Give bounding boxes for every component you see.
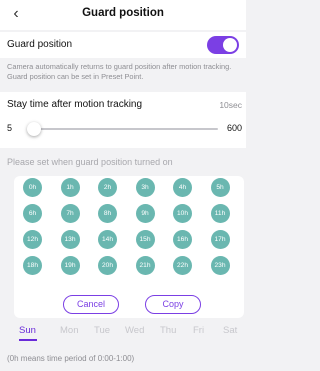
hour-schedule-card: 0h 1h 2h 3h 4h 5h 6h 7h 8h 9h 10h 11h 12h 13h 14h 15h 16… — [14, 176, 244, 318]
hour-button[interactable]: 3h — [135, 178, 155, 197]
hour-button[interactable]: 4h — [173, 178, 192, 197]
stay-time-section: Stay time after motion tracking 10sec 5 … — [0, 92, 246, 148]
day-tab-sun[interactable]: Sun — [19, 325, 36, 336]
hour-button[interactable]: 5h — [210, 178, 230, 197]
hour-button[interactable]: 9h — [135, 204, 155, 223]
hour-button[interactable]: 8h — [98, 204, 117, 223]
toggle-knob — [223, 38, 237, 52]
hour-grid: 0h 1h 2h 3h 4h 5h 6h 7h 8h 9h 10h 11h 12h 13h 14h 15h 16… — [19, 178, 247, 275]
hour-button[interactable]: 1h — [60, 178, 80, 197]
hour-button[interactable]: 18h — [23, 256, 42, 275]
hour-button[interactable]: 23h — [210, 256, 230, 275]
hour-button[interactable]: 16h — [173, 230, 192, 249]
hour-button[interactable]: 11h — [210, 204, 230, 223]
hour-button[interactable]: 14h — [98, 230, 117, 249]
day-tab-tue[interactable]: Tue — [94, 325, 110, 336]
hour-button[interactable]: 6h — [23, 204, 42, 223]
guard-position-label: Guard position — [7, 39, 73, 50]
day-tab-mon[interactable]: Mon — [60, 325, 78, 336]
hour-button[interactable]: 19h — [60, 256, 80, 275]
page-title: Guard position — [82, 7, 164, 19]
guard-position-toggle[interactable] — [207, 36, 239, 54]
stay-time-slider-track[interactable] — [32, 128, 218, 130]
day-tabs: Sun Mon Tue Wed Thu Fri Sat — [0, 322, 246, 344]
hour-button[interactable]: 15h — [135, 230, 155, 249]
hour-button[interactable]: 13h — [60, 230, 80, 249]
day-tab-sat[interactable]: Sat — [223, 325, 237, 336]
stay-time-value: 10sec — [219, 100, 242, 110]
hour-button[interactable]: 2h — [98, 178, 117, 197]
header-bar: ‹ Guard position — [0, 0, 246, 30]
day-tab-fri[interactable]: Fri — [193, 325, 204, 336]
day-tab-wed[interactable]: Wed — [125, 325, 144, 336]
selected-day-indicator — [19, 339, 37, 341]
hour-note: (0h means time period of 0:00-1:00) — [7, 354, 135, 363]
hour-button[interactable]: 21h — [135, 256, 155, 275]
cancel-button[interactable]: Cancel — [63, 295, 119, 314]
hour-button[interactable]: 17h — [210, 230, 230, 249]
schedule-label: Please set when guard position turned on — [7, 157, 173, 167]
stay-time-slider-thumb[interactable] — [27, 122, 41, 136]
slider-min-label: 5 — [7, 123, 13, 133]
guard-position-row: Guard position — [0, 32, 246, 58]
hour-button[interactable]: 10h — [173, 204, 192, 223]
guard-position-description: Camera automatically returns to guard po… — [7, 62, 232, 81]
hour-button[interactable]: 0h — [23, 178, 42, 197]
hour-button[interactable]: 12h — [23, 230, 42, 249]
day-tab-thu[interactable]: Thu — [160, 325, 176, 336]
hour-button[interactable]: 22h — [173, 256, 192, 275]
slider-max-label: 600 — [226, 123, 242, 133]
stay-time-label: Stay time after motion tracking — [7, 99, 143, 110]
hour-button[interactable]: 20h — [98, 256, 117, 275]
hour-button[interactable]: 7h — [60, 204, 80, 223]
copy-button[interactable]: Copy — [145, 295, 201, 314]
